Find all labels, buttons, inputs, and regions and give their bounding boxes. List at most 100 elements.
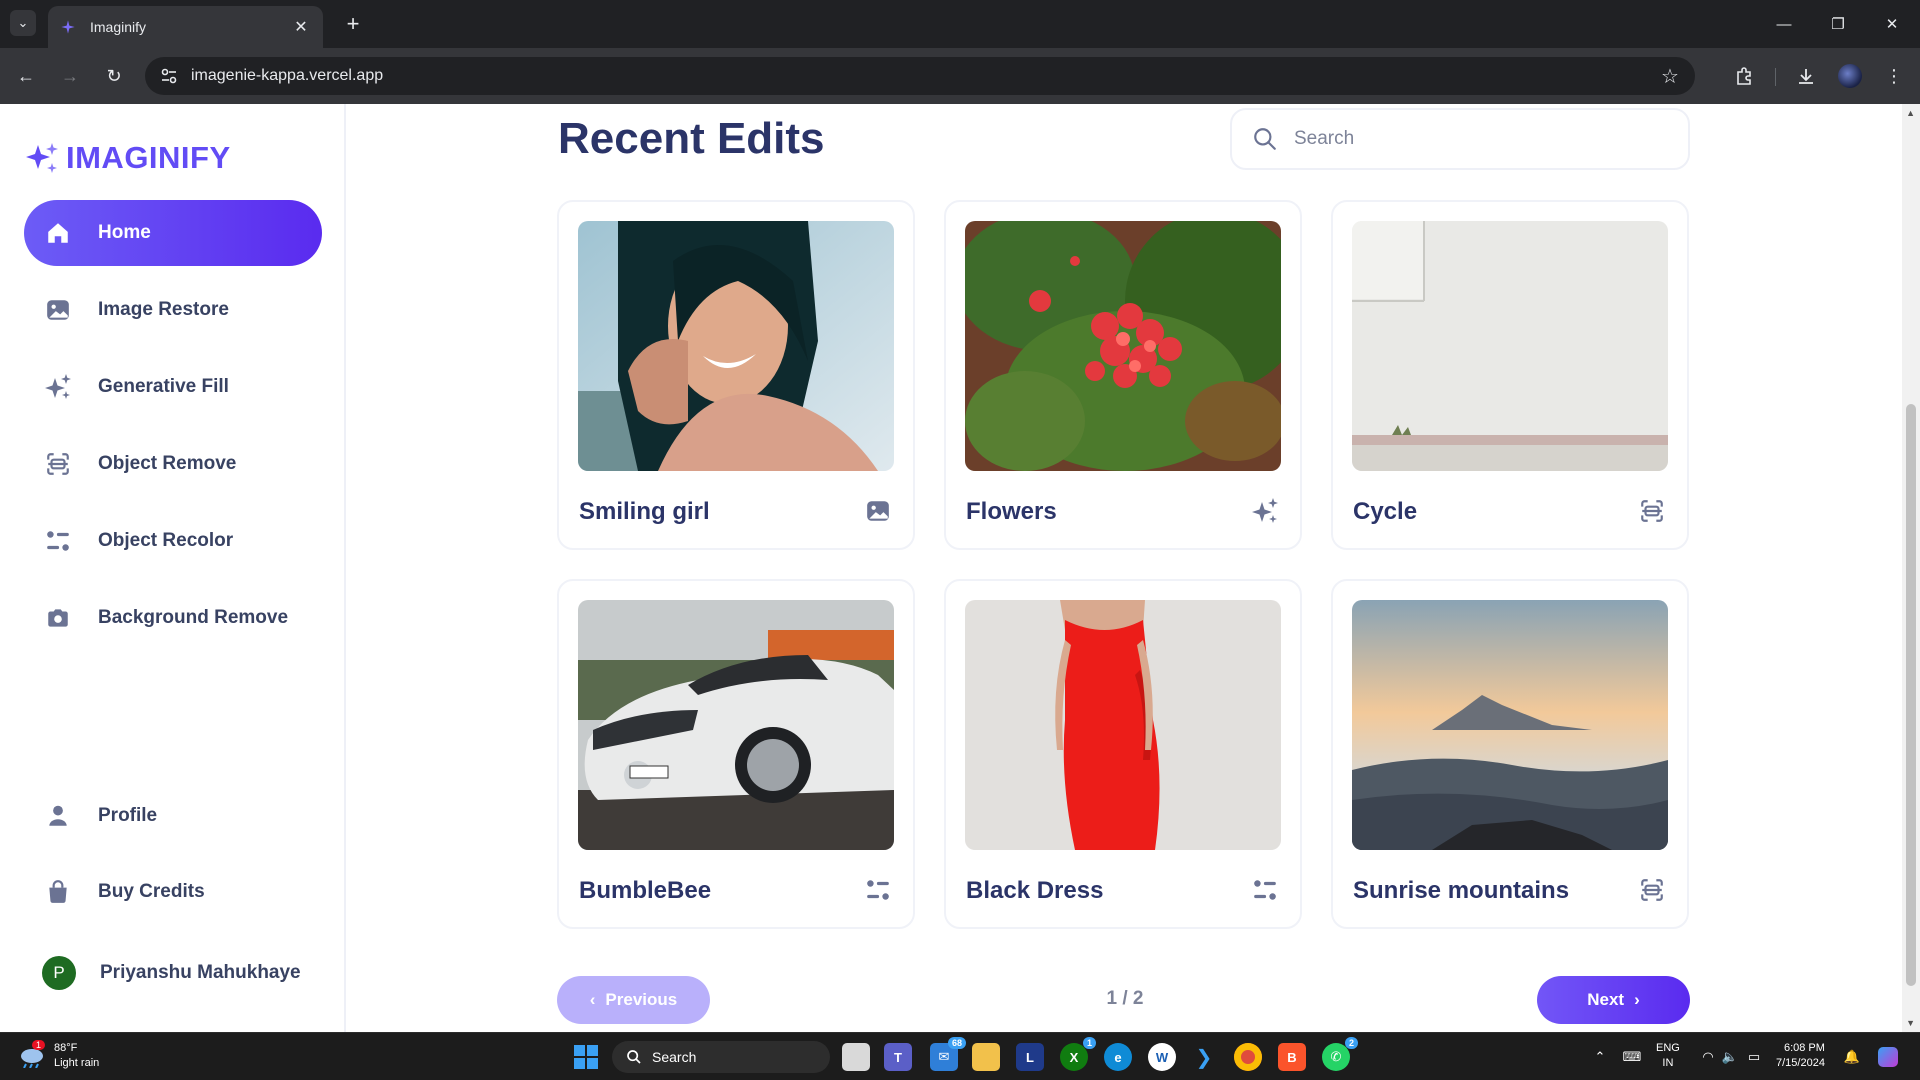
browser-tab[interactable]: Imaginify ✕	[48, 6, 323, 48]
home-icon	[42, 217, 74, 249]
scroll-up-icon[interactable]: ▲	[1906, 108, 1915, 118]
next-label: Next	[1587, 990, 1625, 1009]
word-app-icon[interactable]: W	[1148, 1043, 1176, 1071]
image-card[interactable]: BumbleBee	[557, 579, 915, 929]
battery-icon[interactable]: ▭	[1744, 1047, 1764, 1067]
region-code: IN	[1662, 1057, 1674, 1069]
download-icon[interactable]	[1792, 62, 1820, 90]
image-card[interactable]: Smiling girl	[557, 200, 915, 550]
image-card[interactable]: Black Dress	[944, 579, 1302, 929]
edge-icon[interactable]: e	[1104, 1043, 1132, 1071]
weather-badge: 1	[32, 1040, 46, 1050]
reload-icon[interactable]: ↻	[100, 62, 128, 90]
keyboard-icon[interactable]: ⌨	[1622, 1047, 1642, 1067]
card-title: Cycle	[1353, 498, 1418, 525]
avatar: P	[42, 956, 76, 990]
card-title: Sunrise mountains	[1353, 877, 1570, 904]
card-image[interactable]	[578, 221, 894, 471]
image-card[interactable]: Cycle	[1331, 200, 1689, 550]
weather-temp: 88°F	[54, 1042, 78, 1054]
taskbar-search[interactable]: Search	[612, 1041, 830, 1073]
search-box[interactable]	[1230, 108, 1690, 170]
sidebar-item-label: Image Restore	[98, 299, 229, 320]
image-card[interactable]: Flowers	[944, 200, 1302, 550]
whatsapp-badge: 2	[1344, 1037, 1358, 1049]
sidebar: IMAGINIFY Home Image Restore Generative …	[0, 104, 346, 1032]
logo[interactable]: IMAGINIFY	[24, 140, 231, 176]
next-button[interactable]: Next ›	[1537, 976, 1690, 1024]
bookmark-star-icon[interactable]: ☆	[1657, 63, 1683, 89]
card-image[interactable]	[578, 600, 894, 850]
new-tab-icon[interactable]: +	[340, 11, 366, 37]
notification-bell-icon[interactable]: 🔔	[1842, 1047, 1862, 1067]
mail-badge: 68	[947, 1037, 966, 1049]
scan-icon	[1637, 496, 1667, 526]
browser-profile-avatar[interactable]	[1838, 64, 1862, 88]
vscode-icon[interactable]: ❯	[1190, 1043, 1218, 1071]
card-image[interactable]	[965, 600, 1281, 850]
file-explorer-icon[interactable]	[972, 1043, 1000, 1071]
card-image[interactable]	[1352, 600, 1668, 850]
scrollbar-thumb[interactable]	[1906, 404, 1916, 986]
site-info-icon[interactable]	[157, 64, 181, 88]
windows-start-icon[interactable]	[574, 1045, 598, 1069]
filter-icon	[1250, 875, 1280, 905]
language-indicator[interactable]: ENG IN	[1656, 1041, 1680, 1071]
sidebar-item-image-restore[interactable]: Image Restore	[24, 277, 322, 343]
logo-text: IMAGINIFY	[66, 140, 231, 175]
user-profile-button[interactable]: P Priyanshu Mahukhaye	[24, 940, 322, 1006]
sidebar-item-label: Profile	[98, 805, 158, 826]
sidebar-item-object-recolor[interactable]: Object Recolor	[24, 508, 322, 574]
sidebar-item-buy-credits[interactable]: Buy Credits	[24, 859, 322, 925]
tab-search-dropdown-icon[interactable]: ⌄	[10, 10, 36, 36]
search-icon	[1254, 128, 1276, 150]
scroll-down-icon[interactable]: ▼	[1906, 1018, 1915, 1028]
clock[interactable]: 6:08 PM 7/15/2024	[1776, 1041, 1825, 1071]
sidebar-item-label: Home	[98, 222, 151, 243]
volume-icon[interactable]: 🔈	[1720, 1047, 1740, 1067]
copilot-icon[interactable]	[1878, 1047, 1898, 1067]
tab-close-icon[interactable]: ✕	[291, 17, 311, 37]
previous-button[interactable]: ‹ Previous	[557, 976, 710, 1024]
camera-icon	[42, 602, 74, 634]
vertical-scrollbar[interactable]: ▲ ▼	[1902, 104, 1920, 1032]
chevron-right-icon: ›	[1634, 990, 1640, 1009]
whatsapp-icon[interactable]: ✆ 2	[1322, 1037, 1358, 1071]
mail-icon[interactable]: ✉ 68	[930, 1037, 966, 1071]
sidebar-item-home[interactable]: Home	[24, 200, 322, 266]
l-app-icon[interactable]: L	[1016, 1043, 1044, 1071]
image-icon	[42, 294, 74, 326]
browser-menu-icon[interactable]: ⋮	[1880, 62, 1908, 90]
sidebar-item-profile[interactable]: Profile	[24, 783, 322, 849]
card-image[interactable]	[965, 221, 1281, 471]
page-viewport: IMAGINIFY Home Image Restore Generative …	[0, 104, 1920, 1032]
task-view-icon[interactable]	[842, 1043, 870, 1071]
filter-icon	[42, 525, 74, 557]
extensions-icon[interactable]	[1730, 62, 1758, 90]
rain-cloud-icon: 1	[18, 1040, 46, 1069]
weather-desc: Light rain	[54, 1057, 100, 1069]
card-image[interactable]	[1352, 221, 1668, 471]
brave-icon[interactable]: B	[1278, 1043, 1306, 1071]
back-icon[interactable]: ←	[12, 62, 40, 90]
tray-chevron-up-icon[interactable]: ⌃	[1590, 1047, 1610, 1067]
minimize-icon[interactable]: —	[1770, 10, 1798, 38]
weather-widget[interactable]: 1 88°F Light rain	[18, 1040, 100, 1071]
sidebar-item-generative-fill[interactable]: Generative Fill	[24, 354, 322, 420]
teams-icon[interactable]: T	[884, 1043, 912, 1071]
image-card[interactable]: Sunrise mountains	[1331, 579, 1689, 929]
image-icon	[863, 496, 893, 526]
stars-icon	[42, 371, 74, 403]
close-window-icon[interactable]: ✕	[1878, 10, 1906, 38]
chrome-icon[interactable]	[1234, 1043, 1262, 1071]
search-input[interactable]	[1294, 128, 1654, 150]
address-bar[interactable]: imagenie-kappa.vercel.app ☆	[145, 57, 1695, 95]
restore-icon[interactable]: ❐	[1824, 10, 1852, 38]
sidebar-item-object-remove[interactable]: Object Remove	[24, 431, 322, 497]
wifi-icon[interactable]: ◠	[1698, 1047, 1718, 1067]
sidebar-item-background-remove[interactable]: Background Remove	[24, 585, 322, 651]
forward-icon[interactable]: →	[56, 62, 84, 90]
xbox-icon[interactable]: X1	[1060, 1037, 1096, 1071]
clock-time: 6:08 PM	[1783, 1042, 1825, 1054]
filter-icon	[863, 875, 893, 905]
